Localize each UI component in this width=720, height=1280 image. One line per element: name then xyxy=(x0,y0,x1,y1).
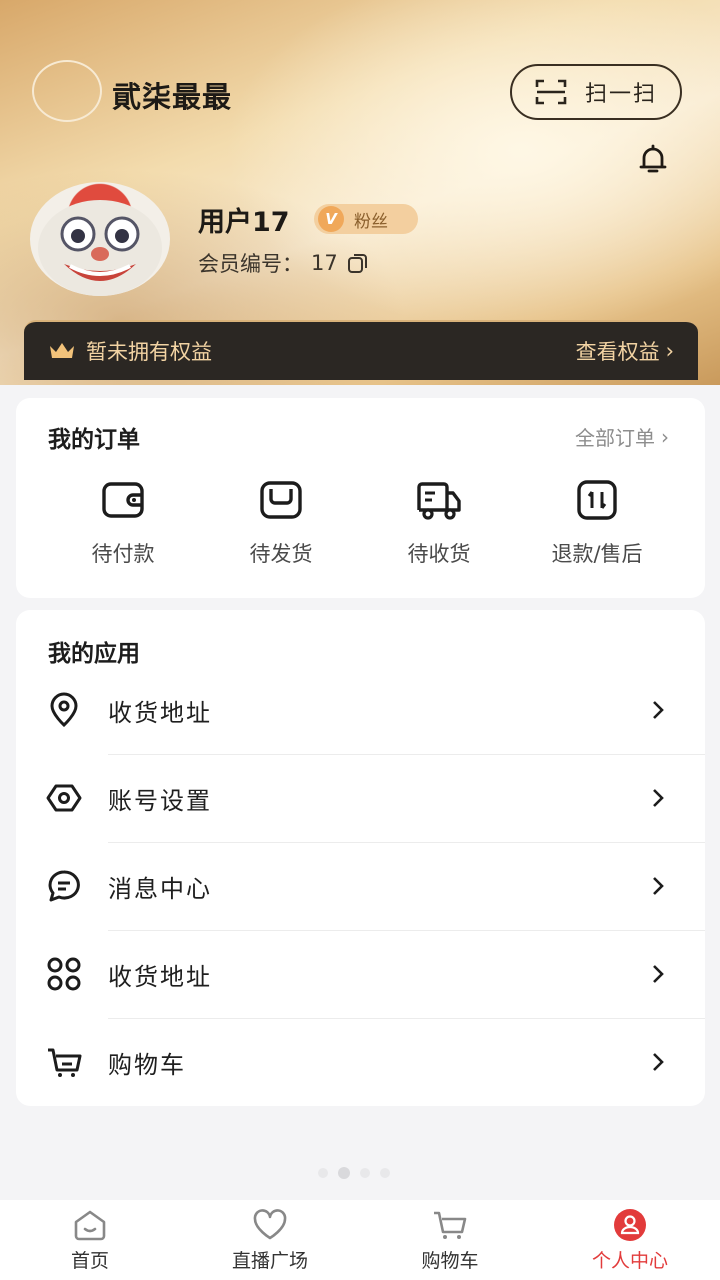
tab-live-square[interactable]: 直播广场 xyxy=(180,1200,360,1280)
scan-label: 扫一扫 xyxy=(584,82,657,107)
benefit-bar[interactable]: 暂未拥有权益 查看权益 › xyxy=(24,320,698,380)
my-apps-card: 我的应用 收货地址 账号设置 消息中心 收货地址 购物车 xyxy=(16,610,705,1106)
chevron-right-icon: › xyxy=(665,339,674,363)
app-row-label: 收货地址 xyxy=(108,962,212,991)
member-number-value: 17 xyxy=(311,251,338,275)
chevron-right-icon xyxy=(653,1053,664,1071)
view-benefits-label: 查看权益 xyxy=(575,340,660,364)
order-pending-shipment[interactable]: 待发货 xyxy=(202,476,360,568)
page-dot xyxy=(360,1168,370,1178)
tab-profile[interactable]: 个人中心 xyxy=(540,1200,720,1280)
page-dot xyxy=(380,1168,390,1178)
chevron-right-icon xyxy=(653,701,664,719)
tab-cart[interactable]: 购物车 xyxy=(360,1200,540,1280)
app-row-label: 购物车 xyxy=(108,1050,186,1079)
order-item-label: 待收货 xyxy=(407,542,471,566)
page-dot-active xyxy=(338,1167,350,1179)
scan-button[interactable]: 扫一扫 xyxy=(510,64,682,120)
chevron-right-icon: › xyxy=(661,424,669,449)
fan-badge: V 粉丝 xyxy=(314,204,418,234)
brand-name: 貮柒最最 xyxy=(112,80,233,114)
order-item-label: 待发货 xyxy=(249,542,313,566)
profile-icon xyxy=(614,1208,646,1241)
app-row-message-center[interactable]: 消息中心 xyxy=(16,842,705,930)
tab-home[interactable]: 首页 xyxy=(0,1200,180,1280)
all-orders-link[interactable]: 全部订单 › xyxy=(575,422,669,451)
order-refund-aftersale[interactable]: 退款/售后 xyxy=(518,476,676,568)
app-row-shipping-address[interactable]: 收货地址 xyxy=(16,666,705,754)
home-icon xyxy=(74,1210,106,1240)
fan-badge-label: 粉丝 xyxy=(354,211,388,232)
benefit-status-text: 暂未拥有权益 xyxy=(86,340,212,364)
app-row-label: 账号设置 xyxy=(108,786,212,815)
refund-icon xyxy=(577,480,617,520)
bell-icon[interactable] xyxy=(636,143,670,177)
v-badge-icon: V xyxy=(318,206,344,232)
view-benefits-link[interactable]: 查看权益 › xyxy=(576,336,674,366)
tab-label: 个人中心 xyxy=(591,1249,668,1272)
bottom-tab-bar: 首页 直播广场 购物车 个人中心 xyxy=(0,1200,720,1280)
order-pending-payment[interactable]: 待付款 xyxy=(44,476,202,568)
app-row-account-settings[interactable]: 账号设置 xyxy=(16,754,705,842)
brand-logo xyxy=(32,60,102,122)
app-row-label: 收货地址 xyxy=(108,698,212,727)
scan-icon xyxy=(535,79,567,105)
tab-label: 直播广场 xyxy=(231,1249,308,1272)
my-orders-card: 我的订单 全部订单 › 待付款 待发货 待收货 退款/售后 xyxy=(16,398,705,598)
page-dot xyxy=(318,1168,328,1178)
user-avatar[interactable] xyxy=(30,182,170,296)
settings-hexagon-icon xyxy=(46,784,82,812)
message-bubble-icon xyxy=(48,870,80,902)
chevron-right-icon xyxy=(653,965,664,983)
app-row-shopping-cart[interactable]: 购物车 xyxy=(16,1018,705,1106)
wallet-icon xyxy=(102,482,144,518)
order-item-label: 退款/售后 xyxy=(551,542,643,566)
orders-title: 我的订单 xyxy=(48,427,140,453)
member-number: 会员编号： 17 xyxy=(198,248,370,278)
page-indicator xyxy=(318,1167,390,1179)
clown-face-icon xyxy=(38,200,162,296)
cart-icon xyxy=(48,1048,82,1077)
heart-icon xyxy=(253,1208,287,1239)
tab-label: 首页 xyxy=(70,1249,109,1272)
all-orders-label: 全部订单 xyxy=(575,426,655,450)
copy-icon[interactable] xyxy=(346,251,370,275)
apps-title: 我的应用 xyxy=(48,641,140,667)
crown-icon xyxy=(50,343,74,358)
profile-header: 貮柒最最 扫一扫 用户17 V 粉丝 会员编号： 17 暂未拥有权益 查看权益 … xyxy=(0,0,720,385)
location-pin-icon xyxy=(50,692,78,728)
truck-icon xyxy=(417,482,461,520)
member-number-label: 会员编号： xyxy=(198,252,303,276)
package-icon xyxy=(260,481,302,519)
order-item-label: 待付款 xyxy=(91,542,155,566)
benefit-status: 暂未拥有权益 xyxy=(48,336,212,366)
tab-label: 购物车 xyxy=(421,1249,479,1272)
chevron-right-icon xyxy=(653,789,664,807)
grid-apps-icon xyxy=(47,957,81,991)
order-pending-receipt[interactable]: 待收货 xyxy=(360,476,518,568)
chevron-right-icon xyxy=(653,877,664,895)
app-row-shipping-address-2[interactable]: 收货地址 xyxy=(16,930,705,1018)
app-row-label: 消息中心 xyxy=(108,874,212,903)
cart-icon xyxy=(434,1211,467,1239)
username: 用户17 xyxy=(198,207,290,238)
